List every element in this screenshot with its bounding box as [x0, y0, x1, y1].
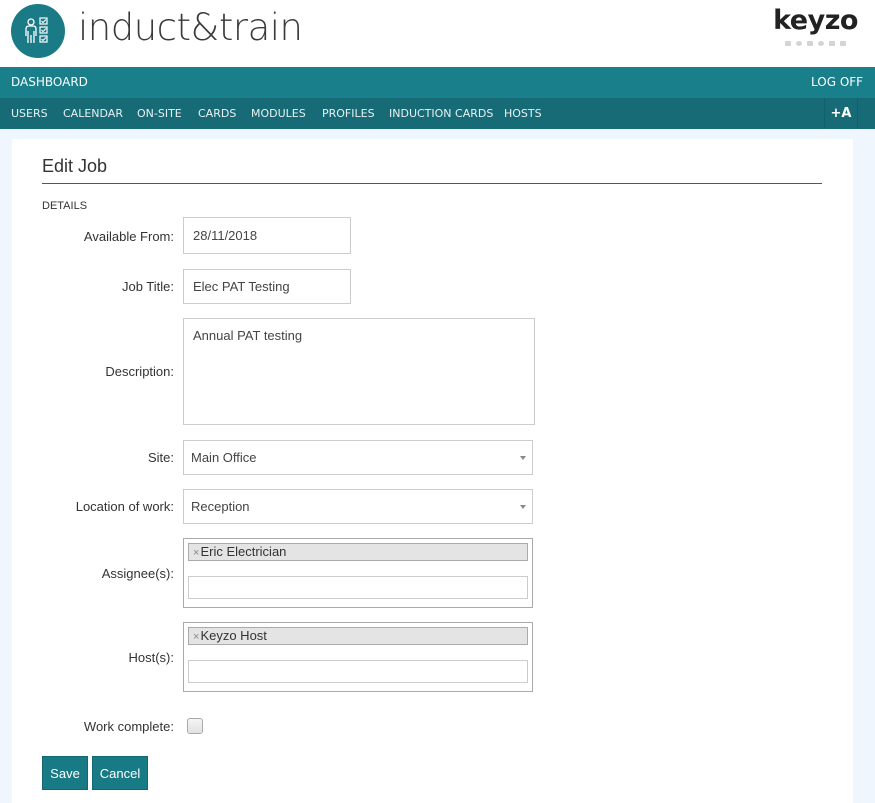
available-from-label: Available From: — [83, 229, 174, 244]
app-brand-name: induct&train — [78, 6, 303, 49]
increase-text-size-button[interactable]: +A — [824, 98, 858, 129]
save-button[interactable]: Save — [42, 756, 88, 790]
edit-job-panel: Edit Job DETAILS Available From: 28/11/2… — [12, 139, 853, 803]
assignee-tag-label: Eric Electrician — [200, 544, 287, 559]
remove-tag-icon[interactable]: × — [193, 547, 199, 559]
nav-induction-cards[interactable]: INDUCTION CARDS — [389, 98, 493, 129]
job-title-label: Job Title: — [121, 279, 174, 294]
app-header: induct&train keyzo — [0, 0, 875, 67]
job-title-field[interactable]: Elec PAT Testing — [183, 269, 351, 304]
work-complete-label: Work complete: — [83, 719, 174, 734]
nav-modules[interactable]: MODULES — [251, 98, 306, 129]
location-label: Location of work: — [75, 499, 174, 514]
vendor-glyph-icon — [840, 41, 847, 46]
assignees-search-input[interactable] — [188, 576, 528, 599]
assignees-multiselect[interactable]: ×Eric Electrician — [183, 538, 533, 608]
host-tag-label: Keyzo Host — [200, 628, 267, 643]
remove-tag-icon[interactable]: × — [193, 631, 199, 643]
location-select[interactable]: Reception — [183, 489, 533, 524]
vendor-logo: keyzo — [773, 5, 858, 46]
nav-dashboard[interactable]: DASHBOARD — [11, 67, 88, 98]
section-heading: DETAILS — [42, 200, 88, 212]
chevron-down-icon — [520, 504, 526, 509]
hosts-search-input[interactable] — [188, 660, 528, 683]
chevron-down-icon — [520, 455, 526, 460]
nav-log-off[interactable]: LOG OFF — [811, 67, 863, 98]
primary-nav: DASHBOARD LOG OFF — [0, 67, 875, 98]
hosts-multiselect[interactable]: ×Keyzo Host — [183, 622, 533, 692]
vendor-name: keyzo — [773, 5, 858, 36]
assignees-label: Assignee(s): — [101, 566, 174, 581]
app-logo[interactable] — [11, 4, 65, 58]
vendor-glyph-icon — [796, 41, 803, 46]
vendor-glyph-icon — [785, 41, 792, 46]
available-from-field[interactable]: 28/11/2018 — [183, 217, 351, 254]
site-selected-value: Main Office — [191, 450, 257, 465]
nav-calendar[interactable]: CALENDAR — [63, 98, 123, 129]
location-selected-value: Reception — [191, 499, 250, 514]
host-tag: ×Keyzo Host — [188, 627, 528, 645]
work-complete-checkbox[interactable] — [187, 718, 203, 734]
nav-cards[interactable]: CARDS — [198, 98, 236, 129]
vendor-glyph-icon — [818, 41, 825, 46]
assignee-tag: ×Eric Electrician — [188, 543, 528, 561]
description-textarea[interactable]: Annual PAT testing — [183, 318, 535, 425]
cancel-button[interactable]: Cancel — [92, 756, 148, 790]
nav-hosts[interactable]: HOSTS — [504, 98, 542, 129]
vendor-glyph-icon — [807, 41, 814, 46]
person-checklist-icon — [25, 17, 48, 43]
vendor-icon-row — [773, 41, 858, 46]
page-title: Edit Job — [42, 156, 108, 176]
nav-profiles[interactable]: PROFILES — [322, 98, 375, 129]
secondary-nav: USERS CALENDAR ON-SITE CARDS MODULES PRO… — [0, 98, 875, 129]
hosts-label: Host(s): — [128, 650, 175, 665]
vendor-glyph-icon — [829, 41, 836, 46]
title-divider — [42, 183, 822, 184]
description-label: Description: — [105, 364, 174, 379]
site-label: Site: — [147, 450, 174, 465]
nav-users[interactable]: USERS — [11, 98, 48, 129]
site-select[interactable]: Main Office — [183, 440, 533, 475]
nav-on-site[interactable]: ON-SITE — [137, 98, 182, 129]
